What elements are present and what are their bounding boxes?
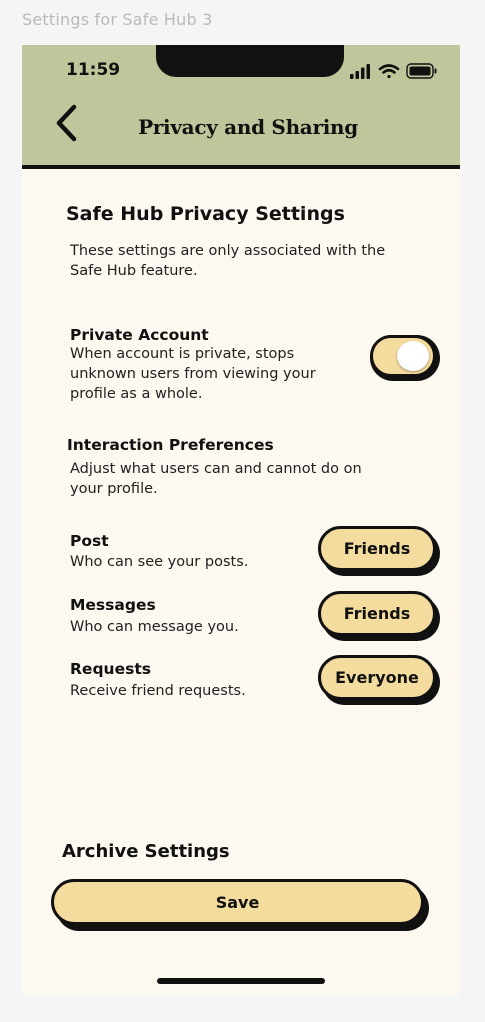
private-account-toggle[interactable] [370, 335, 440, 381]
toggle-knob [397, 341, 429, 371]
privacy-section-title: Safe Hub Privacy Settings [66, 203, 345, 225]
requests-permission-value: Everyone [318, 655, 436, 700]
requests-label: Requests [70, 660, 151, 678]
private-account-description: When account is private, stops unknown u… [70, 346, 316, 402]
interaction-preferences-title: Interaction Preferences [67, 436, 274, 454]
interaction-preferences-description: Adjust what users can and cannot do on y… [70, 461, 362, 497]
home-indicator [157, 978, 325, 984]
messages-label: Messages [70, 596, 156, 614]
toggle-track [370, 335, 436, 377]
signal-icon [350, 64, 370, 79]
private-account-label: Private Account [70, 326, 209, 344]
messages-permission-value: Friends [318, 591, 436, 636]
save-button[interactable]: Save [51, 879, 429, 931]
messages-permission-button[interactable]: Friends [318, 591, 440, 641]
privacy-description: These settings are only associated with … [70, 243, 386, 279]
messages-description: Who can message you. [70, 619, 239, 635]
phone-screen: 11:59 Privacy and Sharing Safe Hub Priva… [22, 45, 460, 995]
save-button-label: Save [51, 879, 424, 925]
status-icons [350, 63, 444, 79]
archive-settings-link[interactable]: Archive Settings [62, 841, 230, 862]
post-label: Post [70, 532, 109, 550]
post-description: Who can see your posts. [70, 554, 249, 570]
post-visibility-value: Friends [318, 526, 436, 571]
page-title: Privacy and Sharing [138, 115, 358, 139]
status-time: 11:59 [66, 60, 121, 80]
wifi-icon [378, 64, 400, 79]
camera-notch [156, 45, 344, 77]
battery-icon [406, 63, 437, 79]
requests-permission-button[interactable]: Everyone [318, 655, 440, 705]
frame-label: Settings for Safe Hub 3 [22, 10, 213, 29]
post-visibility-button[interactable]: Friends [318, 526, 440, 576]
header-bar: 11:59 Privacy and Sharing [22, 45, 460, 169]
requests-description: Receive friend requests. [70, 683, 246, 699]
